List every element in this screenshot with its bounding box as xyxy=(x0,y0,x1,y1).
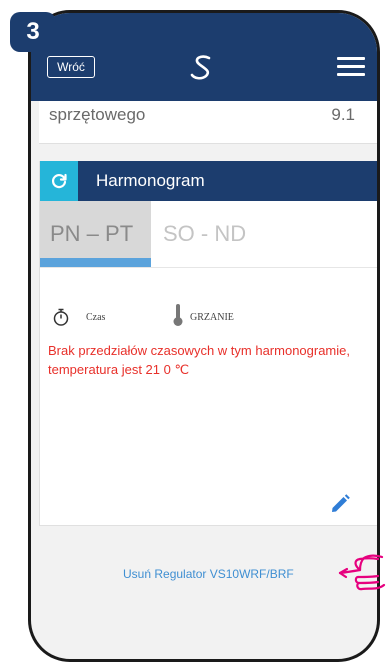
tab-weekdays-label: PN – PT xyxy=(50,221,134,246)
time-column-label: Czas xyxy=(86,312,106,323)
device-info-row: sprzętowego 9.1 xyxy=(39,101,377,144)
phone-frame: Wróć sprzętowego 9.1 Harmonogram PN – PT… xyxy=(28,10,380,662)
schedule-cycle-icon xyxy=(40,161,78,201)
heating-column-label: GRZANIE xyxy=(190,312,234,323)
schedule-card: Harmonogram PN – PT SO - ND Czas GRZANIE… xyxy=(39,161,377,526)
tab-weekdays[interactable]: PN – PT xyxy=(40,201,151,267)
info-value: 9.1 xyxy=(331,105,355,124)
top-app-bar: Wróć xyxy=(31,13,377,101)
pointing-hand-icon xyxy=(338,554,386,591)
hamburger-menu-icon[interactable] xyxy=(337,57,365,77)
schedule-title: Harmonogram xyxy=(96,171,205,190)
back-button[interactable]: Wróć xyxy=(47,56,95,78)
pencil-edit-icon[interactable] xyxy=(329,493,351,515)
info-label: sprzętowego xyxy=(49,105,146,124)
stopwatch-icon xyxy=(53,308,69,326)
tab-weekend[interactable]: SO - ND xyxy=(163,221,246,247)
tab-divider xyxy=(40,267,377,268)
schedule-header: Harmonogram xyxy=(40,161,377,201)
salus-logo-icon xyxy=(190,55,211,80)
delete-regulator-link[interactable]: Usuń Regulator VS10WRF/BRF xyxy=(123,567,294,581)
active-tab-indicator xyxy=(40,258,151,267)
no-intervals-message: Brak przedziałów czasowych w tym harmono… xyxy=(48,343,350,377)
thermometer-icon xyxy=(173,304,183,326)
step-number-badge: 3 xyxy=(10,12,56,52)
